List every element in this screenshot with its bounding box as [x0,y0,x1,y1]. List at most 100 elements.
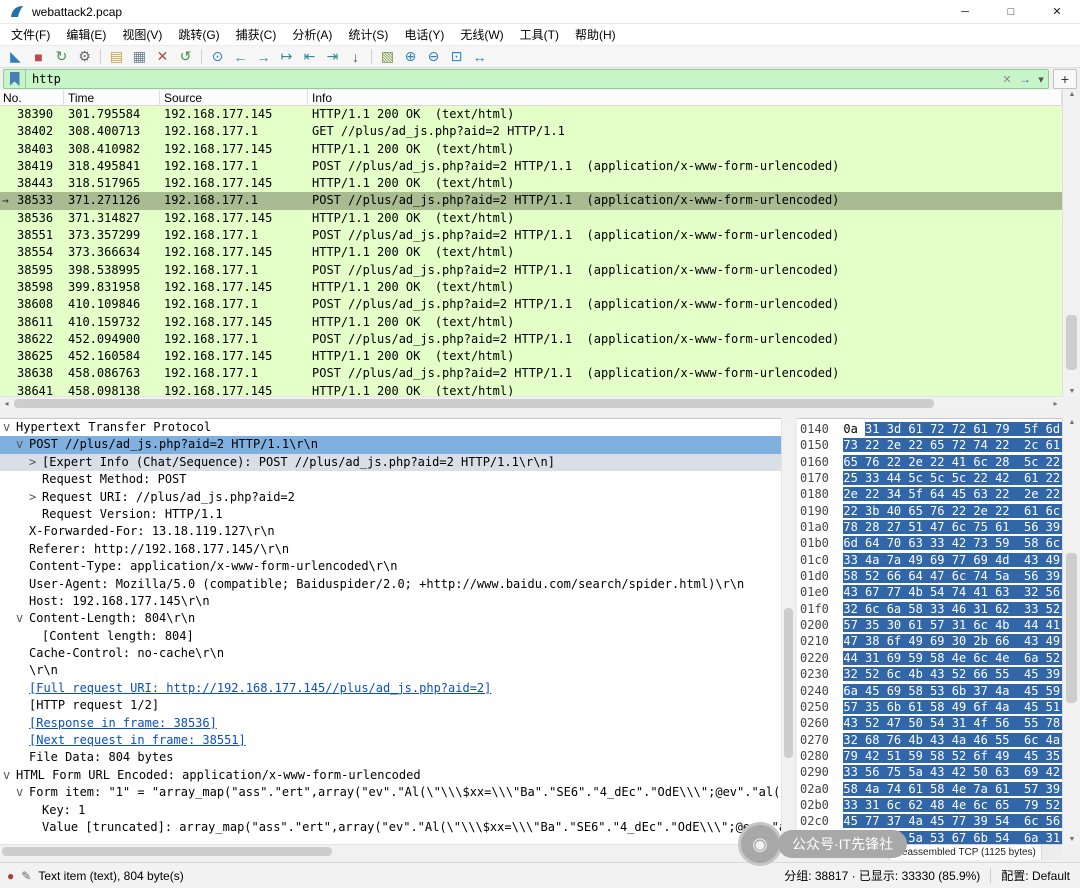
menu-item-file[interactable]: 文件(F) [3,24,58,45]
close-button[interactable]: ✕ [1034,0,1080,23]
detail-hscrollbar[interactable] [0,844,794,858]
packet-row[interactable]: 38551373.357299192.168.177.1POST //plus/… [0,227,1062,244]
resize-columns-icon[interactable]: ↔ [468,47,491,67]
menu-item-go[interactable]: 跳转(G) [170,24,227,45]
packet-row[interactable]: 38595398.538995192.168.177.1POST //plus/… [0,262,1062,279]
scroll-thumb[interactable] [1066,553,1077,703]
packet-row[interactable]: 38625452.160584192.168.177.145HTTP/1.1 2… [0,348,1062,365]
hex-row[interactable]: 0210 47 38 6f 49 69 30 2b 66 43 49 70 4f… [797,633,1062,649]
menu-item-capture[interactable]: 捕获(C) [228,24,285,45]
hex-row[interactable]: 0190 22 3b 40 65 76 22 2e 22 61 6c 28 5c… [797,503,1062,519]
packet-row[interactable]: 38554373.366634192.168.177.145HTTP/1.1 2… [0,244,1062,261]
hex-row[interactable]: 02b0 33 31 6c 62 48 4e 6c 65 79 52 4e 50… [797,797,1062,813]
hex-row[interactable]: 01c0 33 4a 7a 49 69 77 69 4d 43 49 70 4f… [797,552,1062,568]
scroll-thumb[interactable] [2,847,332,856]
filter-field[interactable]: http ✕ → ▾ [3,69,1049,89]
column-header-source[interactable]: Source [160,90,308,106]
scroll-up-icon[interactable]: ▲ [1063,419,1080,426]
go-back-icon[interactable]: ← [229,47,252,67]
hex-row[interactable]: 0180 2e 22 34 5f 64 45 63 22 2e 22 4f 64… [797,486,1062,502]
packet-row[interactable]: 38390301.795584192.168.177.145HTTP/1.1 2… [0,106,1062,123]
expander-icon[interactable]: v [16,436,29,453]
expander-icon[interactable]: v [3,419,16,436]
packet-list-hscrollbar[interactable]: ◂ ▸ [0,396,1062,409]
scroll-thumb[interactable] [784,608,793,758]
hex-row[interactable]: 01b0 6d 64 70 63 33 42 73 59 58 6c 66 5a… [797,535,1062,551]
scroll-thumb[interactable] [1066,315,1077,370]
hex-row[interactable]: 0270 32 68 76 4b 43 4a 46 55 6c 4a 50 55… [797,732,1062,748]
packet-row[interactable]: 38641458.098138192.168.177.145HTTP/1.1 2… [0,383,1062,396]
hex-row[interactable]: 0150 73 22 2e 22 65 72 74 22 2c 61 72 72… [797,437,1062,453]
zoom-in-icon[interactable]: ⊕ [399,47,422,67]
filter-bookmark-icon[interactable] [4,70,26,88]
detail-row[interactable]: X-Forwarded-For: 13.18.119.127\r\n [0,523,781,540]
hex-row[interactable]: 0280 79 42 51 59 58 52 6f 49 45 35 76 64… [797,748,1062,764]
menu-item-edit[interactable]: 编辑(E) [58,24,114,45]
detail-row[interactable]: vHypertext Transfer Protocol [0,419,781,436]
detail-row[interactable]: >Request URI: //plus/ad_js.php?aid=2 [0,489,781,506]
expander-icon[interactable]: v [16,610,29,627]
column-header-info[interactable]: Info [308,90,1062,106]
detail-row[interactable]: [HTTP request 1/2] [0,697,781,714]
zoom-out-icon[interactable]: ⊖ [422,47,445,67]
menu-item-statistics[interactable]: 统计(S) [340,24,396,45]
detail-row[interactable]: vForm item: "1" = "array_map("ass"."ert"… [0,784,781,801]
packet-row[interactable]: 38611410.159732192.168.177.145HTTP/1.1 2… [0,314,1062,331]
filter-apply-icon[interactable]: → [1016,72,1034,86]
hex-pane[interactable]: 0140 0a 31 3d 61 72 72 61 79 5f 6d 61 70… [797,418,1062,844]
hex-row[interactable]: 01f0 32 6c 6a 58 33 46 31 62 33 52 6c 63… [797,601,1062,617]
hex-row[interactable]: 0250 57 35 6b 61 58 49 6f 4a 45 51 70 4f… [797,699,1062,715]
go-last-icon[interactable]: ⇥ [321,47,344,67]
scroll-down-icon[interactable]: ▼ [1063,836,1080,843]
column-header-time[interactable]: Time [64,90,160,106]
hex-row[interactable]: 0260 43 52 47 50 54 31 4f 56 55 78 4d 4b… [797,715,1062,731]
detail-row[interactable]: Request Method: POST [0,471,781,488]
expert-info-icon[interactable]: ● [7,869,14,883]
packet-row[interactable]: 38608410.109846192.168.177.1POST //plus/… [0,296,1062,313]
menu-item-help[interactable]: 帮助(H) [567,24,624,45]
scroll-down-icon[interactable]: ▼ [1063,388,1080,395]
minimize-button[interactable]: ─ [942,0,988,23]
packet-row[interactable]: 38536371.314827192.168.177.145HTTP/1.1 2… [0,210,1062,227]
colorize-icon[interactable]: ▧ [376,47,399,67]
scroll-up-icon[interactable]: ▲ [1063,91,1080,98]
scroll-right-icon[interactable]: ▸ [1049,399,1062,408]
byte-view-tab[interactable]: Reassembled TCP (1125 bytes) [890,845,1042,860]
expander-icon[interactable]: v [3,767,16,784]
packet-row[interactable]: 38402308.400713192.168.177.1GET //plus/a… [0,123,1062,140]
scroll-thumb[interactable] [14,399,934,408]
packet-row[interactable]: 38598399.831958192.168.177.145HTTP/1.1 2… [0,279,1062,296]
detail-row[interactable]: Cache-Control: no-cache\r\n [0,645,781,662]
detail-row[interactable]: [Full request URI: http://192.168.177.14… [0,680,781,697]
auto-scroll-icon[interactable]: ↓ [344,47,367,67]
hex-row[interactable]: 01d0 58 52 66 64 47 6c 74 5a 56 39 73 61… [797,568,1062,584]
open-file-icon[interactable]: ▤ [105,47,128,67]
expander-icon[interactable]: v [16,784,29,801]
go-forward-icon[interactable]: → [252,47,275,67]
hex-row[interactable]: 02a0 58 4a 74 61 58 4e 7a 61 57 39 75 49… [797,781,1062,797]
hex-row[interactable]: 0220 44 31 69 59 58 4e 6c 4e 6a 52 66 5a… [797,650,1062,666]
go-to-packet-icon[interactable]: ↦ [275,47,298,67]
detail-row[interactable]: [Content length: 804] [0,628,781,645]
column-header-no[interactable]: No. [0,90,64,106]
detail-row[interactable]: vContent-Length: 804\r\n [0,610,781,627]
capture-comment-icon[interactable]: ✎ [21,869,31,883]
packet-list-vscrollbar[interactable]: ▲ ▼ [1062,90,1080,396]
hex-row[interactable]: 0290 33 56 75 5a 43 42 50 63 69 42 4f 62… [797,764,1062,780]
expander-icon[interactable]: > [29,454,42,471]
hex-row[interactable]: 01a0 78 28 27 51 47 6c 75 61 56 39 7a 5a… [797,519,1062,535]
stop-capture-icon[interactable]: ■ [27,47,50,67]
hex-row[interactable]: 0200 57 35 30 61 57 31 6c 4b 44 41 70 4f… [797,617,1062,633]
menu-item-wireless[interactable]: 无线(W) [452,24,511,45]
menu-item-tools[interactable]: 工具(T) [512,24,567,45]
detail-row[interactable]: User-Agent: Mozilla/5.0 (compatible; Bai… [0,576,781,593]
detail-row[interactable]: Referer: http://192.168.177.145/\r\n [0,541,781,558]
filter-add-button[interactable]: + [1053,69,1077,89]
packet-row[interactable]: →38533371.271126192.168.177.1POST //plus… [0,192,1062,209]
detail-row[interactable]: vHTML Form URL Encoded: application/x-ww… [0,767,781,784]
menu-item-view[interactable]: 视图(V) [114,24,170,45]
detail-row[interactable]: Request Version: HTTP/1.1 [0,506,781,523]
detail-vscrollbar[interactable] [781,418,794,844]
save-file-icon[interactable]: ▦ [128,47,151,67]
filter-input[interactable]: http [26,72,998,86]
